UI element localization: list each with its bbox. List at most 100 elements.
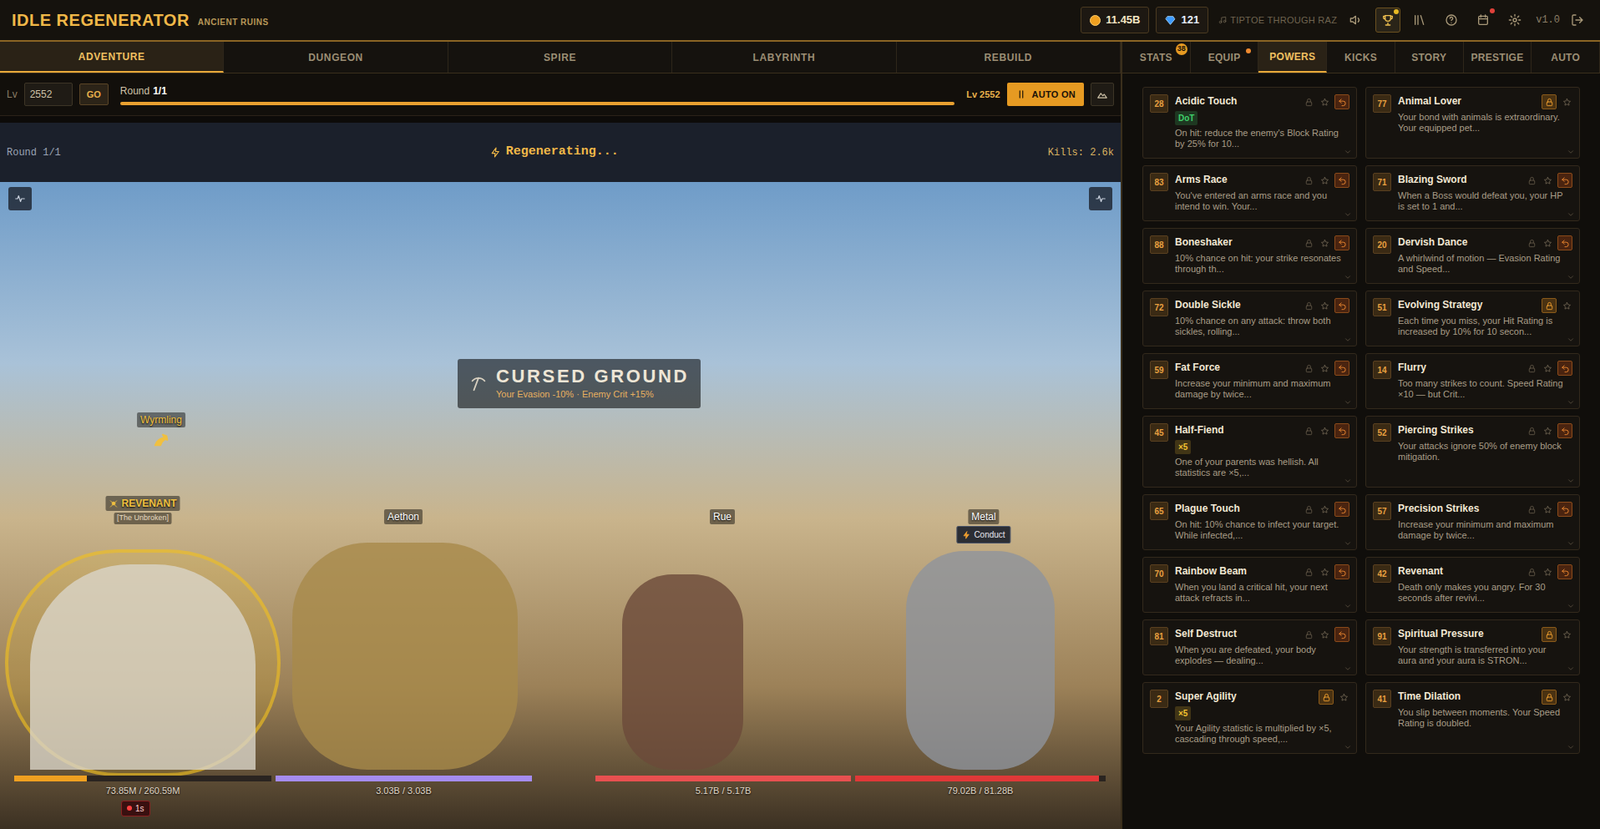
- power-card[interactable]: 14FlurryToo many strikes to count. Speed…: [1365, 353, 1580, 410]
- toolbar-button[interactable]: [1407, 7, 1433, 33]
- unit-sprite[interactable]: [30, 564, 256, 770]
- zone-icon[interactable]: [1090, 82, 1114, 107]
- pulse-icon[interactable]: [8, 187, 32, 211]
- unequip-icon[interactable]: [1557, 360, 1573, 376]
- chevron-icon[interactable]: [1566, 539, 1575, 548]
- star-icon[interactable]: [1318, 236, 1331, 250]
- power-card[interactable]: 41Time DilationYou slip between moments.…: [1365, 682, 1580, 755]
- star-icon[interactable]: [1541, 173, 1554, 188]
- chevron-icon[interactable]: [1566, 664, 1575, 674]
- lock-icon[interactable]: [1302, 298, 1315, 313]
- main-tab[interactable]: ADVENTURE: [0, 41, 224, 73]
- chevron-icon[interactable]: [1566, 210, 1575, 219]
- star-icon[interactable]: [1560, 298, 1573, 313]
- power-card[interactable]: 51Evolving StrategyEach time you miss, y…: [1365, 290, 1580, 347]
- unequip-icon[interactable]: [1557, 172, 1573, 188]
- unit-sprite[interactable]: [906, 551, 1055, 770]
- panel-tab[interactable]: AUTO: [1531, 41, 1600, 73]
- power-card[interactable]: 71Blazing SwordWhen a Boss would defeat …: [1365, 165, 1580, 222]
- chevron-icon[interactable]: [1566, 335, 1575, 345]
- level-input[interactable]: 2552: [24, 82, 73, 107]
- lock-icon[interactable]: [1302, 502, 1315, 517]
- main-tab[interactable]: REBUILD: [896, 41, 1121, 73]
- panel-tab[interactable]: STATS38: [1122, 41, 1191, 73]
- main-tab[interactable]: SPIRE: [448, 41, 673, 73]
- lock-icon[interactable]: [1525, 565, 1538, 579]
- unequip-icon[interactable]: [1334, 564, 1350, 580]
- star-icon[interactable]: [1541, 502, 1554, 517]
- star-icon[interactable]: [1560, 627, 1573, 642]
- toolbar-button[interactable]: [1343, 7, 1369, 33]
- panel-tab[interactable]: PRESTIGE: [1463, 41, 1533, 73]
- pulse-icon[interactable]: [1088, 187, 1113, 211]
- chevron-icon[interactable]: [1566, 602, 1575, 611]
- chevron-icon[interactable]: [1566, 147, 1575, 157]
- star-icon[interactable]: [1560, 690, 1573, 704]
- unequip-icon[interactable]: [1557, 564, 1573, 580]
- star-icon[interactable]: [1541, 424, 1554, 438]
- toolbar-button[interactable]: [1502, 7, 1528, 33]
- power-card[interactable]: 65Plague TouchOn hit: 10% chance to infe…: [1142, 494, 1357, 551]
- power-card[interactable]: 72Double Sickle10% chance on any attack:…: [1142, 290, 1357, 347]
- lock-icon[interactable]: [1525, 236, 1538, 250]
- lock-icon[interactable]: [1302, 565, 1315, 579]
- lock-icon[interactable]: [1525, 424, 1538, 438]
- power-card[interactable]: 70Rainbow BeamWhen you land a critical h…: [1142, 556, 1357, 613]
- power-card[interactable]: 57Precision StrikesIncrease your minimum…: [1365, 494, 1580, 551]
- chevron-icon[interactable]: [1343, 335, 1352, 345]
- power-card[interactable]: 28Acidic TouchDoTOn hit: reduce the enem…: [1142, 86, 1357, 159]
- panel-tab[interactable]: KICKS: [1326, 41, 1396, 73]
- chevron-icon[interactable]: [1566, 743, 1575, 752]
- unequip-icon[interactable]: [1334, 501, 1350, 517]
- lock-icon[interactable]: [1302, 236, 1315, 250]
- chevron-icon[interactable]: [1343, 476, 1352, 486]
- main-tab[interactable]: DUNGEON: [223, 41, 448, 73]
- power-card[interactable]: 2Super Agility×5Your Agility statistic i…: [1142, 682, 1357, 755]
- star-icon[interactable]: [1318, 627, 1331, 642]
- unequip-icon[interactable]: [1557, 423, 1573, 439]
- power-card[interactable]: 88Boneshaker10% chance on hit: your stri…: [1142, 227, 1357, 284]
- chevron-icon[interactable]: [1343, 147, 1352, 157]
- star-icon[interactable]: [1318, 298, 1331, 313]
- toolbar-button[interactable]: [1438, 7, 1464, 33]
- chevron-icon[interactable]: [1343, 273, 1352, 282]
- star-icon[interactable]: [1318, 424, 1331, 438]
- lock-icon[interactable]: [1525, 502, 1538, 517]
- lock-icon[interactable]: [1541, 627, 1557, 643]
- unequip-icon[interactable]: [1557, 235, 1573, 251]
- star-icon[interactable]: [1541, 236, 1554, 250]
- chevron-icon[interactable]: [1343, 539, 1352, 548]
- chevron-icon[interactable]: [1343, 664, 1352, 674]
- power-card[interactable]: 77Animal LoverYour bond with animals is …: [1365, 86, 1580, 159]
- star-icon[interactable]: [1318, 173, 1331, 188]
- chevron-icon[interactable]: [1343, 210, 1352, 219]
- chevron-icon[interactable]: [1566, 398, 1575, 407]
- lock-icon[interactable]: [1302, 361, 1315, 375]
- chevron-icon[interactable]: [1343, 743, 1352, 752]
- star-icon[interactable]: [1318, 361, 1331, 375]
- panel-tab[interactable]: EQUIP: [1190, 41, 1260, 73]
- lock-icon[interactable]: [1302, 627, 1315, 642]
- unequip-icon[interactable]: [1334, 423, 1350, 439]
- toolbar-button[interactable]: [1375, 7, 1401, 33]
- power-card[interactable]: 20Dervish DanceA whirlwind of motion — E…: [1365, 227, 1580, 284]
- lock-icon[interactable]: [1302, 424, 1315, 438]
- power-card[interactable]: 52Piercing StrikesYour attacks ignore 50…: [1365, 415, 1580, 488]
- unequip-icon[interactable]: [1334, 172, 1350, 188]
- lock-icon[interactable]: [1541, 94, 1557, 110]
- lock-icon[interactable]: [1525, 173, 1538, 188]
- lock-icon[interactable]: [1525, 361, 1538, 375]
- unequip-icon[interactable]: [1557, 501, 1573, 517]
- chevron-icon[interactable]: [1343, 398, 1352, 407]
- unequip-icon[interactable]: [1334, 94, 1350, 110]
- power-card[interactable]: 45Half-Fiend×5One of your parents was he…: [1142, 415, 1357, 488]
- main-tab[interactable]: LABYRINTH: [672, 41, 897, 73]
- toolbar-button[interactable]: [1470, 7, 1496, 33]
- panel-tab[interactable]: STORY: [1395, 41, 1464, 73]
- lock-icon[interactable]: [1318, 689, 1334, 705]
- chevron-icon[interactable]: [1566, 273, 1575, 282]
- star-icon[interactable]: [1318, 565, 1331, 579]
- lock-icon[interactable]: [1302, 173, 1315, 188]
- star-icon[interactable]: [1318, 95, 1331, 109]
- star-icon[interactable]: [1318, 502, 1331, 517]
